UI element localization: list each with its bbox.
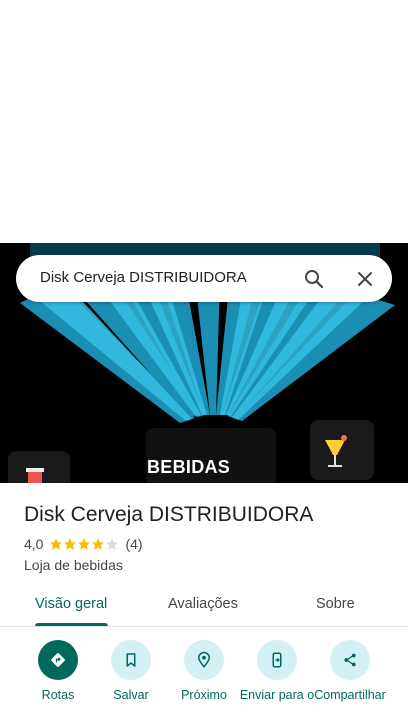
share-label: Compartilhar (314, 688, 386, 702)
rating-value: 4,0 (24, 536, 44, 552)
star-empty-icon (106, 538, 119, 550)
tab-bar: Visão geral Avaliações Sobre (0, 586, 408, 627)
close-icon[interactable] (353, 267, 377, 291)
star-icon (78, 538, 91, 550)
action-row: Rotas Salvar Próximo Enviar para o Compa… (0, 640, 408, 726)
send-to-phone-label: Enviar para o (239, 688, 315, 702)
send-to-phone-icon (257, 640, 297, 680)
directions-icon (38, 640, 78, 680)
nearby-label: Próximo (181, 688, 227, 702)
star-icon (92, 538, 105, 550)
rating-stars (49, 537, 119, 551)
tab-reviews[interactable]: Avaliações (168, 596, 238, 612)
save-label: Salvar (113, 688, 149, 702)
send-to-phone-button[interactable]: Enviar para o (237, 640, 317, 703)
place-title: Disk Cerveja DISTRIBUIDORA (24, 503, 314, 526)
review-count[interactable]: (4) (125, 536, 142, 552)
share-icon (330, 640, 370, 680)
search-icon[interactable] (302, 267, 326, 291)
save-button[interactable]: Salvar (91, 640, 171, 703)
directions-label: Rotas (41, 688, 75, 702)
search-bar[interactable]: Disk Cerveja DISTRIBUIDORA (16, 255, 392, 302)
tab-overview[interactable]: Visão geral (35, 596, 107, 612)
star-icon (64, 538, 77, 550)
nearby-button[interactable]: Próximo (164, 640, 244, 703)
directions-button[interactable]: Rotas (18, 640, 98, 703)
share-button[interactable]: Compartilhar (310, 640, 390, 703)
bookmark-icon (111, 640, 151, 680)
tab-about[interactable]: Sobre (316, 596, 355, 612)
photo-caption: BEBIDAS (147, 457, 231, 477)
search-input[interactable]: Disk Cerveja DISTRIBUIDORA (40, 269, 247, 286)
nearby-icon (184, 640, 224, 680)
place-category[interactable]: Loja de bebidas (24, 557, 123, 573)
map-area-blank (0, 0, 408, 243)
active-tab-indicator (35, 623, 108, 626)
star-icon (50, 538, 63, 550)
rating-row[interactable]: 4,0 (4) (24, 536, 143, 552)
